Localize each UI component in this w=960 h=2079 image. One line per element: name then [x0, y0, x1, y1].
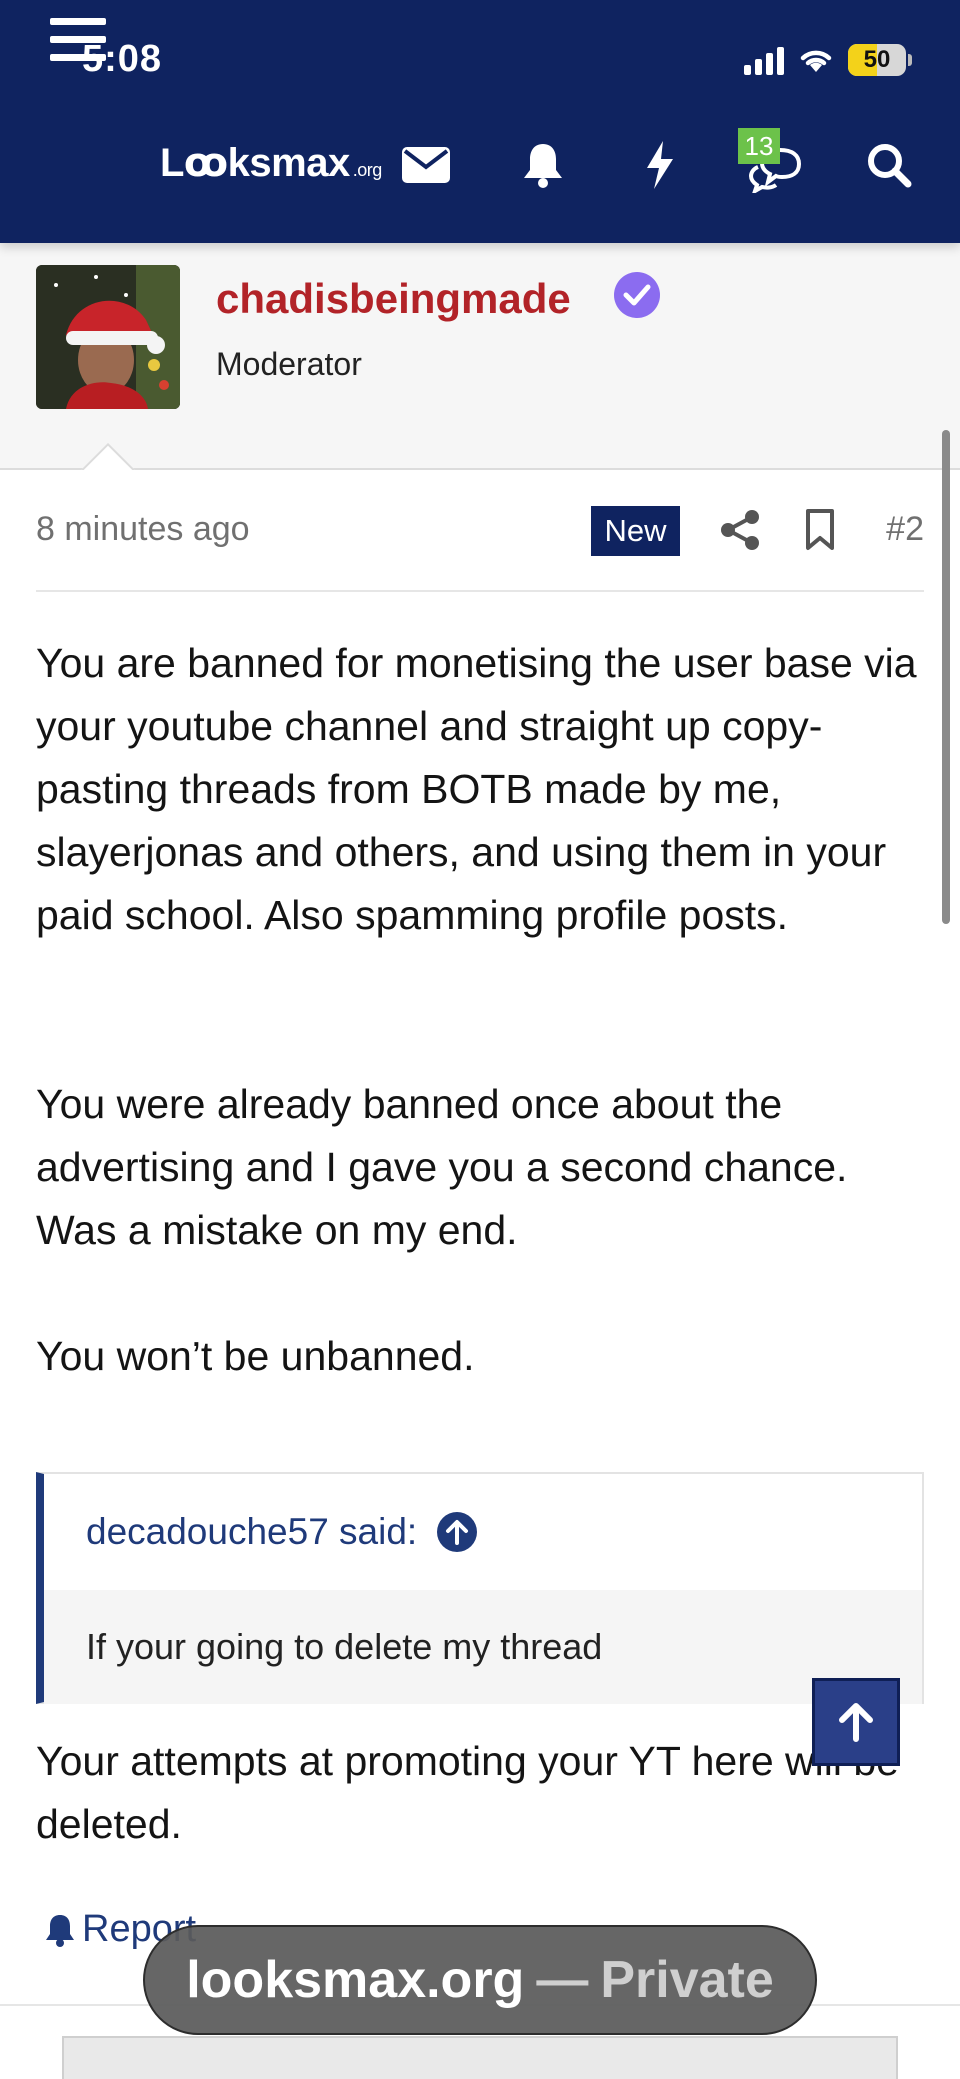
browser-mode: Private [600, 1951, 774, 2009]
site-logo[interactable]: Lꝏksmax .org [160, 140, 382, 186]
search-button[interactable] [864, 125, 914, 205]
battery-percent: 50 [863, 46, 891, 73]
avatar[interactable] [36, 265, 180, 409]
verified-badge-icon [614, 272, 660, 318]
header-divider [0, 468, 960, 470]
inbox-button[interactable] [398, 125, 454, 205]
go-to-quote-icon[interactable] [437, 1512, 478, 1552]
wifi-icon [800, 50, 832, 72]
new-badge: New [591, 506, 680, 556]
quote-block: decadouche57 said: If your going to dele… [36, 1472, 924, 1704]
post-paragraph: You won’t be unbanned. [36, 1333, 475, 1379]
scroll-to-top-button[interactable] [812, 1678, 900, 1766]
post-paragraph: Your attempts at promoting your YT here … [36, 1738, 899, 1847]
post-username[interactable]: chadisbeingmade [216, 275, 571, 323]
cellular-signal-icon [744, 45, 784, 75]
status-icons: 50 [744, 40, 912, 80]
post-paragraph: You were already banned once about the a… [36, 1081, 848, 1253]
logo-main: Lꝏksmax [160, 141, 350, 185]
lightning-bolt-icon [647, 141, 673, 189]
header-pointer [78, 440, 138, 470]
hamburger-icon [50, 18, 106, 61]
bell-icon [46, 1914, 74, 1947]
meta-divider [36, 590, 924, 592]
menu-button[interactable] [40, 0, 116, 80]
post-paragraph: You are banned for monetising the user b… [36, 640, 917, 938]
envelope-icon [402, 147, 450, 183]
quote-header[interactable]: decadouche57 said: [44, 1474, 922, 1590]
top-bar: 5:08 50 Lꝏksmax .org 13 [0, 0, 960, 243]
alerts-button[interactable] [518, 125, 568, 205]
user-role: Moderator [216, 346, 362, 382]
search-icon [868, 144, 912, 188]
share-icon [721, 510, 759, 550]
post-time[interactable]: 8 minutes ago [36, 510, 250, 549]
whats-new-button[interactable] [640, 125, 680, 205]
bookmark-button[interactable] [800, 508, 840, 552]
bookmark-icon [806, 509, 834, 550]
quote-author[interactable]: decadouche57 said: [86, 1511, 417, 1553]
bell-icon [524, 144, 562, 188]
browser-address-pill[interactable]: looksmax.org — Private [143, 1925, 817, 2035]
browser-host: looksmax.org [186, 1951, 525, 2009]
avatar-image [36, 265, 180, 409]
logo-tld: .org [352, 160, 383, 180]
quote-text: If your going to delete my thread [44, 1590, 922, 1704]
arrow-up-icon [839, 1703, 873, 1742]
scrollbar[interactable] [942, 430, 950, 924]
post-number-link[interactable]: #2 [886, 510, 924, 549]
browser-separator: — [536, 1951, 589, 2009]
conversations-badge: 13 [738, 128, 780, 164]
battery-nub [908, 54, 912, 66]
share-button[interactable] [718, 508, 762, 552]
next-post-preview [62, 2036, 898, 2079]
battery-icon: 50 [848, 44, 906, 76]
